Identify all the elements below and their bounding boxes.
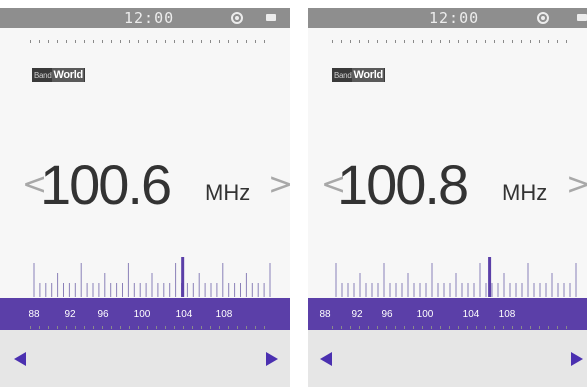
scale-label: 104	[175, 309, 193, 320]
seek-next-arrow[interactable]: >	[268, 170, 290, 200]
radio-screen-right: 12:00 Band World < 100.8 MHz > 88 92 96 100…	[308, 8, 587, 387]
radio-screen-left: 12:00 Band World < 100.6 MHz > 88 92 96 100…	[0, 8, 290, 387]
band-label: Band	[334, 70, 352, 80]
frequency-value: 100.8	[337, 153, 469, 216]
scale-label: 92	[64, 309, 76, 320]
left-triangle-icon[interactable]	[14, 352, 26, 366]
band-label: Band	[34, 70, 52, 80]
frequency-pointer[interactable]	[488, 257, 492, 297]
dotted-divider-bottom	[332, 326, 574, 329]
right-triangle-icon[interactable]	[266, 352, 278, 366]
frequency-unit: MHz	[205, 180, 251, 205]
scale-label: 104	[462, 309, 480, 320]
scale-label: 108	[498, 309, 516, 320]
transport-bar	[308, 330, 587, 387]
scale-label: 96	[381, 309, 393, 320]
scale-label: 100	[416, 309, 434, 320]
scale-label: 88	[28, 309, 40, 320]
band-value: World	[52, 68, 84, 82]
scale-label: 88	[319, 309, 331, 320]
target-icon	[537, 12, 549, 24]
scale-label: 96	[97, 309, 109, 320]
dotted-divider-bottom	[30, 326, 268, 329]
frequency-unit: MHz	[502, 180, 548, 205]
scale-label: 92	[351, 309, 363, 320]
battery-icon	[266, 14, 276, 21]
band-value: World	[352, 68, 384, 82]
scale-label: 108	[215, 309, 233, 320]
clock: 12:00	[429, 9, 480, 27]
frequency-pointer[interactable]	[181, 257, 185, 297]
frequency-value: 100.6	[40, 153, 172, 216]
tuner-scale[interactable]	[308, 241, 587, 299]
dotted-divider-top	[30, 40, 268, 43]
target-icon	[231, 12, 243, 24]
clock: 12:00	[124, 9, 175, 27]
dotted-divider-top	[332, 40, 574, 43]
seek-next-arrow[interactable]: >	[566, 170, 587, 200]
transport-bar	[0, 330, 290, 387]
battery-icon	[577, 14, 587, 21]
status-bar: 12:00	[0, 8, 290, 28]
left-triangle-icon[interactable]	[320, 352, 332, 366]
status-bar: 12:00	[308, 8, 587, 28]
scale-label: 100	[133, 309, 151, 320]
band-badge[interactable]: Band World	[332, 68, 385, 82]
right-triangle-icon[interactable]	[571, 352, 583, 366]
tuner-scale[interactable]	[0, 241, 290, 299]
band-badge[interactable]: Band World	[32, 68, 85, 82]
